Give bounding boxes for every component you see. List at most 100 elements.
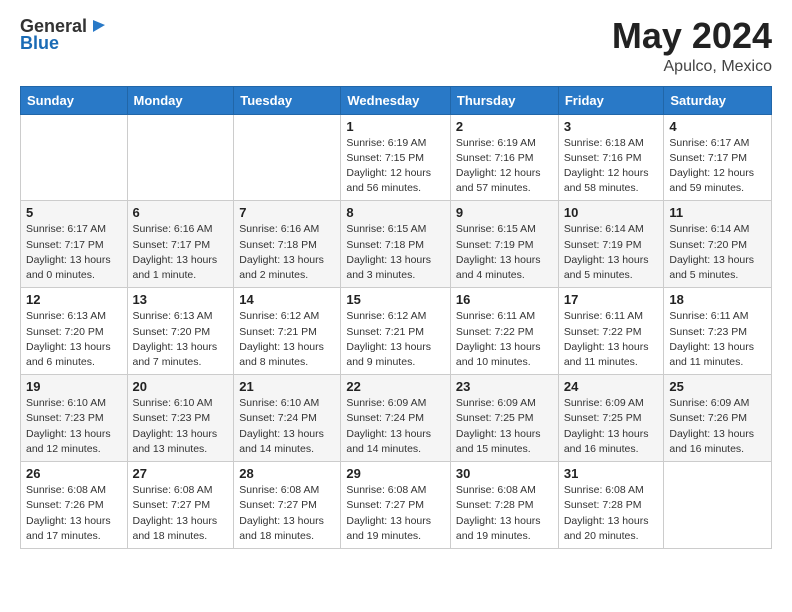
cell-day-number: 27 [133, 466, 229, 481]
cell-day-number: 17 [564, 292, 659, 307]
cell-day-number: 16 [456, 292, 553, 307]
cell-info: Sunrise: 6:14 AMSunset: 7:19 PMDaylight:… [564, 222, 659, 283]
cell-info: Sunrise: 6:08 AMSunset: 7:28 PMDaylight:… [456, 483, 553, 544]
calendar-week-row: 12 Sunrise: 6:13 AMSunset: 7:20 PMDayligh… [21, 288, 772, 375]
col-tuesday: Tuesday [234, 86, 341, 114]
table-row: 7Sunrise: 6:16 AMSunset: 7:18 PMDaylight… [234, 201, 341, 288]
table-row: 3Sunrise: 6:18 AMSunset: 7:16 PMDaylight… [558, 114, 664, 201]
cell-day-number: 23 [456, 379, 553, 394]
table-row: 26 Sunrise: 6:08 AMSunset: 7:26 PMDayligh… [21, 462, 128, 549]
cell-info: Sunrise: 6:10 AMSunset: 7:23 PMDaylight:… [26, 396, 122, 457]
cell-info: Sunrise: 6:17 AMSunset: 7:17 PMDaylight:… [26, 222, 122, 283]
cell-day-number: 30 [456, 466, 553, 481]
table-row: 27 Sunrise: 6:08 AMSunset: 7:27 PMDayligh… [127, 462, 234, 549]
cell-day-number: 20 [133, 379, 229, 394]
cell-info: Sunrise: 6:19 AMSunset: 7:16 PMDaylight:… [456, 136, 553, 197]
cell-info: Sunrise: 6:10 AMSunset: 7:23 PMDaylight:… [133, 396, 229, 457]
cell-info: Sunrise: 6:08 AMSunset: 7:27 PMDaylight:… [346, 483, 445, 544]
table-row: 20 Sunrise: 6:10 AMSunset: 7:23 PMDayligh… [127, 375, 234, 462]
cell-day-number: 7 [239, 205, 335, 220]
cell-day-number: 31 [564, 466, 659, 481]
cell-day-number: 8 [346, 205, 445, 220]
cell-day-number: 21 [239, 379, 335, 394]
table-row: 19 Sunrise: 6:10 AMSunset: 7:23 PMDayligh… [21, 375, 128, 462]
table-row: 10 Sunrise: 6:14 AMSunset: 7:19 PMDayligh… [558, 201, 664, 288]
logo: General Blue [20, 16, 107, 54]
cell-day-number: 15 [346, 292, 445, 307]
table-row [127, 114, 234, 201]
cell-day-number: 24 [564, 379, 659, 394]
cell-info: Sunrise: 6:16 AMSunset: 7:17 PMDaylight:… [133, 222, 229, 283]
cell-info: Sunrise: 6:12 AMSunset: 7:21 PMDaylight:… [239, 309, 335, 370]
cell-day-number: 9 [456, 205, 553, 220]
title-location: Apulco, Mexico [612, 58, 772, 76]
cell-day-number: 2 [456, 119, 553, 134]
cell-day-number: 25 [669, 379, 766, 394]
header: General Blue May 2024 Apulco, Mexico [20, 16, 772, 76]
table-row: 16 Sunrise: 6:11 AMSunset: 7:22 PMDayligh… [450, 288, 558, 375]
cell-day-number: 19 [26, 379, 122, 394]
cell-day-number: 1 [346, 119, 445, 134]
col-sunday: Sunday [21, 86, 128, 114]
cell-info: Sunrise: 6:12 AMSunset: 7:21 PMDaylight:… [346, 309, 445, 370]
cell-info: Sunrise: 6:11 AMSunset: 7:23 PMDaylight:… [669, 309, 766, 370]
table-row: 22Sunrise: 6:09 AMSunset: 7:24 PMDayligh… [341, 375, 451, 462]
col-thursday: Thursday [450, 86, 558, 114]
cell-info: Sunrise: 6:18 AMSunset: 7:16 PMDaylight:… [564, 136, 659, 197]
logo-icon [89, 18, 107, 36]
cell-info: Sunrise: 6:15 AMSunset: 7:19 PMDaylight:… [456, 222, 553, 283]
cell-info: Sunrise: 6:09 AMSunset: 7:26 PMDaylight:… [669, 396, 766, 457]
table-row: 9 Sunrise: 6:15 AMSunset: 7:19 PMDaylight… [450, 201, 558, 288]
title-block: May 2024 Apulco, Mexico [612, 16, 772, 76]
table-row: 13 Sunrise: 6:13 AMSunset: 7:20 PMDayligh… [127, 288, 234, 375]
table-row: 1 Sunrise: 6:19 AMSunset: 7:15 PMDaylight… [341, 114, 451, 201]
cell-info: Sunrise: 6:08 AMSunset: 7:27 PMDaylight:… [133, 483, 229, 544]
table-row: 29Sunrise: 6:08 AMSunset: 7:27 PMDayligh… [341, 462, 451, 549]
table-row: 18 Sunrise: 6:11 AMSunset: 7:23 PMDayligh… [664, 288, 772, 375]
cell-day-number: 4 [669, 119, 766, 134]
cell-day-number: 10 [564, 205, 659, 220]
cell-info: Sunrise: 6:17 AMSunset: 7:17 PMDaylight:… [669, 136, 766, 197]
calendar-week-row: 1 Sunrise: 6:19 AMSunset: 7:15 PMDaylight… [21, 114, 772, 201]
table-row [21, 114, 128, 201]
calendar-week-row: 5Sunrise: 6:17 AMSunset: 7:17 PMDaylight… [21, 201, 772, 288]
cell-day-number: 12 [26, 292, 122, 307]
table-row: 4 Sunrise: 6:17 AMSunset: 7:17 PMDaylight… [664, 114, 772, 201]
logo-blue-text: Blue [20, 33, 59, 54]
table-row: 11Sunrise: 6:14 AMSunset: 7:20 PMDayligh… [664, 201, 772, 288]
table-row: 6 Sunrise: 6:16 AMSunset: 7:17 PMDaylight… [127, 201, 234, 288]
table-row: 15 Sunrise: 6:12 AMSunset: 7:21 PMDayligh… [341, 288, 451, 375]
page: General Blue May 2024 Apulco, Mexico Sun… [0, 0, 792, 612]
cell-info: Sunrise: 6:08 AMSunset: 7:26 PMDaylight:… [26, 483, 122, 544]
cell-info: Sunrise: 6:08 AMSunset: 7:27 PMDaylight:… [239, 483, 335, 544]
col-saturday: Saturday [664, 86, 772, 114]
cell-info: Sunrise: 6:13 AMSunset: 7:20 PMDaylight:… [133, 309, 229, 370]
table-row: 14Sunrise: 6:12 AMSunset: 7:21 PMDayligh… [234, 288, 341, 375]
cell-info: Sunrise: 6:19 AMSunset: 7:15 PMDaylight:… [346, 136, 445, 197]
cell-day-number: 13 [133, 292, 229, 307]
table-row: 12 Sunrise: 6:13 AMSunset: 7:20 PMDayligh… [21, 288, 128, 375]
calendar-header-row: Sunday Monday Tuesday Wednesday Thursday… [21, 86, 772, 114]
table-row: 2 Sunrise: 6:19 AMSunset: 7:16 PMDaylight… [450, 114, 558, 201]
table-row: 5Sunrise: 6:17 AMSunset: 7:17 PMDaylight… [21, 201, 128, 288]
cell-info: Sunrise: 6:09 AMSunset: 7:25 PMDaylight:… [564, 396, 659, 457]
col-monday: Monday [127, 86, 234, 114]
cell-day-number: 18 [669, 292, 766, 307]
table-row: 28 Sunrise: 6:08 AMSunset: 7:27 PMDayligh… [234, 462, 341, 549]
col-friday: Friday [558, 86, 664, 114]
table-row: 21Sunrise: 6:10 AMSunset: 7:24 PMDayligh… [234, 375, 341, 462]
cell-day-number: 28 [239, 466, 335, 481]
calendar-week-row: 19 Sunrise: 6:10 AMSunset: 7:23 PMDayligh… [21, 375, 772, 462]
col-wednesday: Wednesday [341, 86, 451, 114]
cell-info: Sunrise: 6:13 AMSunset: 7:20 PMDaylight:… [26, 309, 122, 370]
cell-day-number: 22 [346, 379, 445, 394]
cell-day-number: 6 [133, 205, 229, 220]
cell-info: Sunrise: 6:11 AMSunset: 7:22 PMDaylight:… [456, 309, 553, 370]
table-row: 25 Sunrise: 6:09 AMSunset: 7:26 PMDayligh… [664, 375, 772, 462]
cell-info: Sunrise: 6:11 AMSunset: 7:22 PMDaylight:… [564, 309, 659, 370]
calendar-table: Sunday Monday Tuesday Wednesday Thursday… [20, 86, 772, 549]
cell-day-number: 11 [669, 205, 766, 220]
cell-day-number: 26 [26, 466, 122, 481]
table-row: 17 Sunrise: 6:11 AMSunset: 7:22 PMDayligh… [558, 288, 664, 375]
calendar-week-row: 26 Sunrise: 6:08 AMSunset: 7:26 PMDayligh… [21, 462, 772, 549]
